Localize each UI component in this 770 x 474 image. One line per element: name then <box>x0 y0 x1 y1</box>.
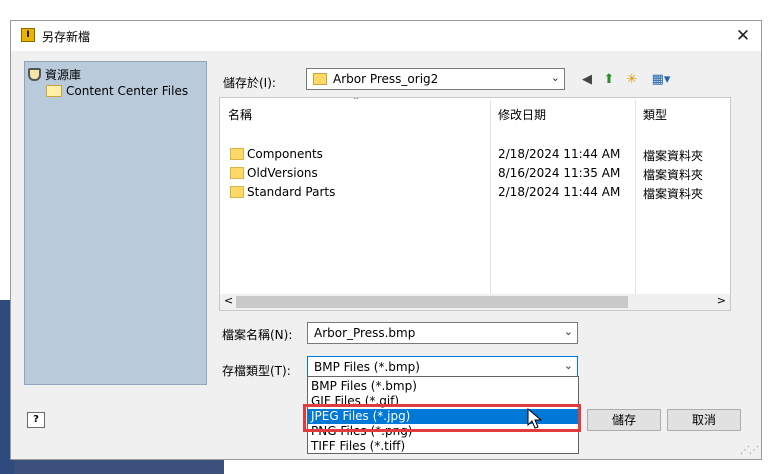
new-folder-button[interactable]: ✳ <box>624 71 640 89</box>
file-list: ⌃ 名稱 修改日期 類型 Components 2/18/2024 11:44 … <box>219 97 731 311</box>
list-item[interactable]: Standard Parts 2/18/2024 11:44 AM 檔案資料夾 <box>220 183 730 202</box>
folder-icon <box>313 73 327 85</box>
file-type: 檔案資料夾 <box>643 187 704 201</box>
folder-icon <box>46 85 62 97</box>
folder-icon <box>230 148 244 160</box>
filename-input[interactable]: Arbor_Press.bmp ⌄ <box>307 322 578 344</box>
places-bar: 資源庫 Content Center Files <box>24 61 207 385</box>
dropdown-option[interactable]: TIFF Files (*.tiff) <box>308 439 578 454</box>
app-icon: I <box>21 28 35 42</box>
cancel-button[interactable]: 取消 <box>667 409 741 431</box>
places-item-library[interactable]: 資源庫 <box>28 66 81 83</box>
horizontal-scrollbar[interactable]: < > <box>220 294 730 310</box>
file-name: OldVersions <box>247 166 318 180</box>
chevron-down-icon: ⌄ <box>550 71 560 84</box>
resize-grip-icon[interactable]: ⋰⋰ <box>740 445 759 456</box>
chevron-down-icon: ⌄ <box>563 325 573 338</box>
mouse-pointer-icon <box>527 408 543 429</box>
places-item-label: Content Center Files <box>66 84 189 98</box>
help-button[interactable]: ? <box>27 412 45 428</box>
column-header-date[interactable]: 修改日期 <box>498 106 546 123</box>
background-model-bottom <box>14 458 224 474</box>
file-type: 檔案資料夾 <box>643 149 704 163</box>
filename-value: Arbor_Press.bmp <box>314 326 416 340</box>
save-button[interactable]: 儲存 <box>587 409 661 431</box>
file-date: 2/18/2024 11:44 AM <box>498 147 621 161</box>
file-name: Standard Parts <box>247 185 336 199</box>
sort-ascending-icon: ⌃ <box>352 97 361 107</box>
view-menu-button[interactable]: ▦▾ <box>648 71 674 89</box>
file-name: Components <box>247 147 323 161</box>
lookin-value: Arbor Press_orig2 <box>333 72 439 86</box>
dropdown-option[interactable]: BMP Files (*.bmp) <box>308 379 578 394</box>
filetype-value: BMP Files (*.bmp) <box>314 360 420 374</box>
scroll-right-icon[interactable]: > <box>717 294 726 307</box>
lookin-label: 儲存於(I): <box>223 76 276 90</box>
column-header-name[interactable]: 名稱 <box>228 106 252 123</box>
list-item[interactable]: Components 2/18/2024 11:44 AM 檔案資料夾 <box>220 145 730 164</box>
filename-label: 檔案名稱(N): <box>222 328 293 342</box>
library-icon <box>28 68 41 81</box>
scroll-thumb[interactable] <box>236 296 628 308</box>
filetype-label: 存檔類型(T): <box>222 364 291 378</box>
folder-icon <box>230 186 244 198</box>
up-folder-button[interactable]: ⬆ <box>601 71 617 89</box>
folder-icon <box>230 167 244 179</box>
chevron-down-icon: ⌄ <box>563 359 573 372</box>
lookin-select[interactable]: Arbor Press_orig2 ⌄ <box>306 68 565 90</box>
close-button[interactable]: ✕ <box>729 24 757 48</box>
places-item-content-center[interactable]: Content Center Files <box>46 84 188 98</box>
column-header-type[interactable]: 類型 <box>643 106 667 123</box>
dialog-title: 另存新檔 <box>42 30 91 44</box>
list-item[interactable]: OldVersions 8/16/2024 11:35 AM 檔案資料夾 <box>220 164 730 183</box>
file-type: 檔案資料夾 <box>643 168 704 182</box>
back-button[interactable]: ◀ <box>579 71 595 89</box>
scroll-left-icon[interactable]: < <box>224 294 233 307</box>
file-date: 2/18/2024 11:44 AM <box>498 185 621 199</box>
title-bar: I 另存新檔 ✕ <box>11 21 761 51</box>
places-item-label: 資源庫 <box>45 68 82 82</box>
filetype-select[interactable]: BMP Files (*.bmp) ⌄ <box>307 356 578 378</box>
file-date: 8/16/2024 11:35 AM <box>498 166 621 180</box>
